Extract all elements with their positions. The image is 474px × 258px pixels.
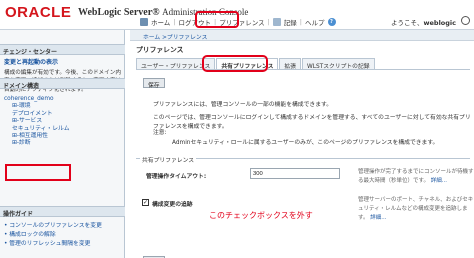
toolbar-help[interactable]: ヘルプ (305, 17, 325, 27)
oracle-logo: ORACLE (5, 4, 72, 21)
breadcrumb[interactable]: ホーム >プリファレンス (143, 32, 207, 41)
track-changes-checkbox[interactable]: ✓ (142, 199, 149, 206)
toolbar-record[interactable]: 記録 (284, 17, 297, 27)
tree-item-environment[interactable]: ⊞-環境 (4, 103, 70, 110)
domain-structure-title: ドメイン構造 (0, 78, 125, 90)
shared-tab-highlight (202, 55, 268, 72)
how-to-list: • コンソールのプリファレンスを変更 • 構成ロックの解除 • 管理のリフレッシ… (4, 222, 102, 249)
domain-tree: coherence_demo ⊞-環境 デプロイメント ⊞-サービス セキュリテ… (4, 96, 70, 148)
track-changes-label: 構成変更の追跡 (152, 202, 193, 208)
note-text: Adminセキュリティ・ロールに属するユーザーのみが、このページのプリファレンス… (172, 140, 439, 146)
checkbox-highlight (5, 164, 71, 181)
intro-text: プリファレンスには、管理コンソールの一部の機能を構成できます。 (153, 102, 333, 108)
save-button[interactable]: 保存 (143, 78, 165, 89)
how-to-item[interactable]: • 管理のリフレッシュ間隔を変更 (4, 240, 102, 249)
section-title: 共有プリファレンス (140, 155, 197, 164)
header: ORACLE WebLogic Server® Administration C… (0, 0, 474, 30)
annotation-text: このチェックボックスを外す (209, 211, 313, 220)
timeout-description: 管理操作が完了するまでにコンソールが待機する最大時間（秒単位）です。 詳細... (358, 169, 474, 184)
note-label: 注意: (153, 130, 167, 136)
tree-item-diagnostics[interactable]: ⊞-診断 (4, 140, 70, 147)
how-to-item[interactable]: • コンソールのプリファレンスを変更 (4, 222, 102, 231)
welcome-text: ようこそ、weblogic (391, 19, 457, 27)
tab-divider (136, 69, 470, 70)
home-icon[interactable] (140, 17, 148, 26)
page-title: プリファレンス (136, 46, 184, 54)
how-to-item[interactable]: • 構成ロックの解除 (4, 231, 102, 240)
help-icon[interactable]: ? (327, 17, 336, 26)
track-changes-more-link[interactable]: 詳細... (370, 215, 386, 221)
search-icon[interactable] (461, 16, 470, 25)
tree-item-services[interactable]: ⊞-サービス (4, 118, 70, 125)
preferences-highlight (195, 11, 239, 28)
username: weblogic (423, 19, 457, 27)
tab-extensions[interactable]: 拡張 (279, 58, 302, 70)
tree-item-security-realms[interactable]: セキュリティ・レルム (4, 126, 70, 133)
how-to-title: 操作ガイド (0, 206, 125, 218)
track-changes-description: 管理サーバーのポート、チャネル、およびセキュリティ・レルムなどの構成変更を追跡し… (358, 197, 474, 221)
view-changes-link[interactable]: 変更と再起動の表示 (4, 57, 58, 66)
record-icon[interactable] (272, 17, 281, 26)
change-center-title: チェンジ・センター (0, 44, 125, 56)
timeout-label: 管理操作タイムアウト: (146, 174, 207, 180)
timeout-input[interactable] (250, 168, 340, 179)
timeout-more-link[interactable]: 詳細... (431, 178, 447, 184)
intro-text-2: このページでは、管理コンソールにログインして構成するドメインを管理する、すべての… (153, 115, 471, 130)
toolbar-home[interactable]: ホーム (151, 17, 170, 27)
tab-wlst-recording[interactable]: WLSTスクリプトの記録 (302, 58, 375, 70)
main-content: ホーム >プリファレンス プリファレンス ユーザー・プリファレンス 共有プリファ… (130, 30, 474, 258)
sidebar: チェンジ・センター 変更と再起動の表示 構成の編集が有効です。今後、このドメイン… (0, 30, 125, 258)
